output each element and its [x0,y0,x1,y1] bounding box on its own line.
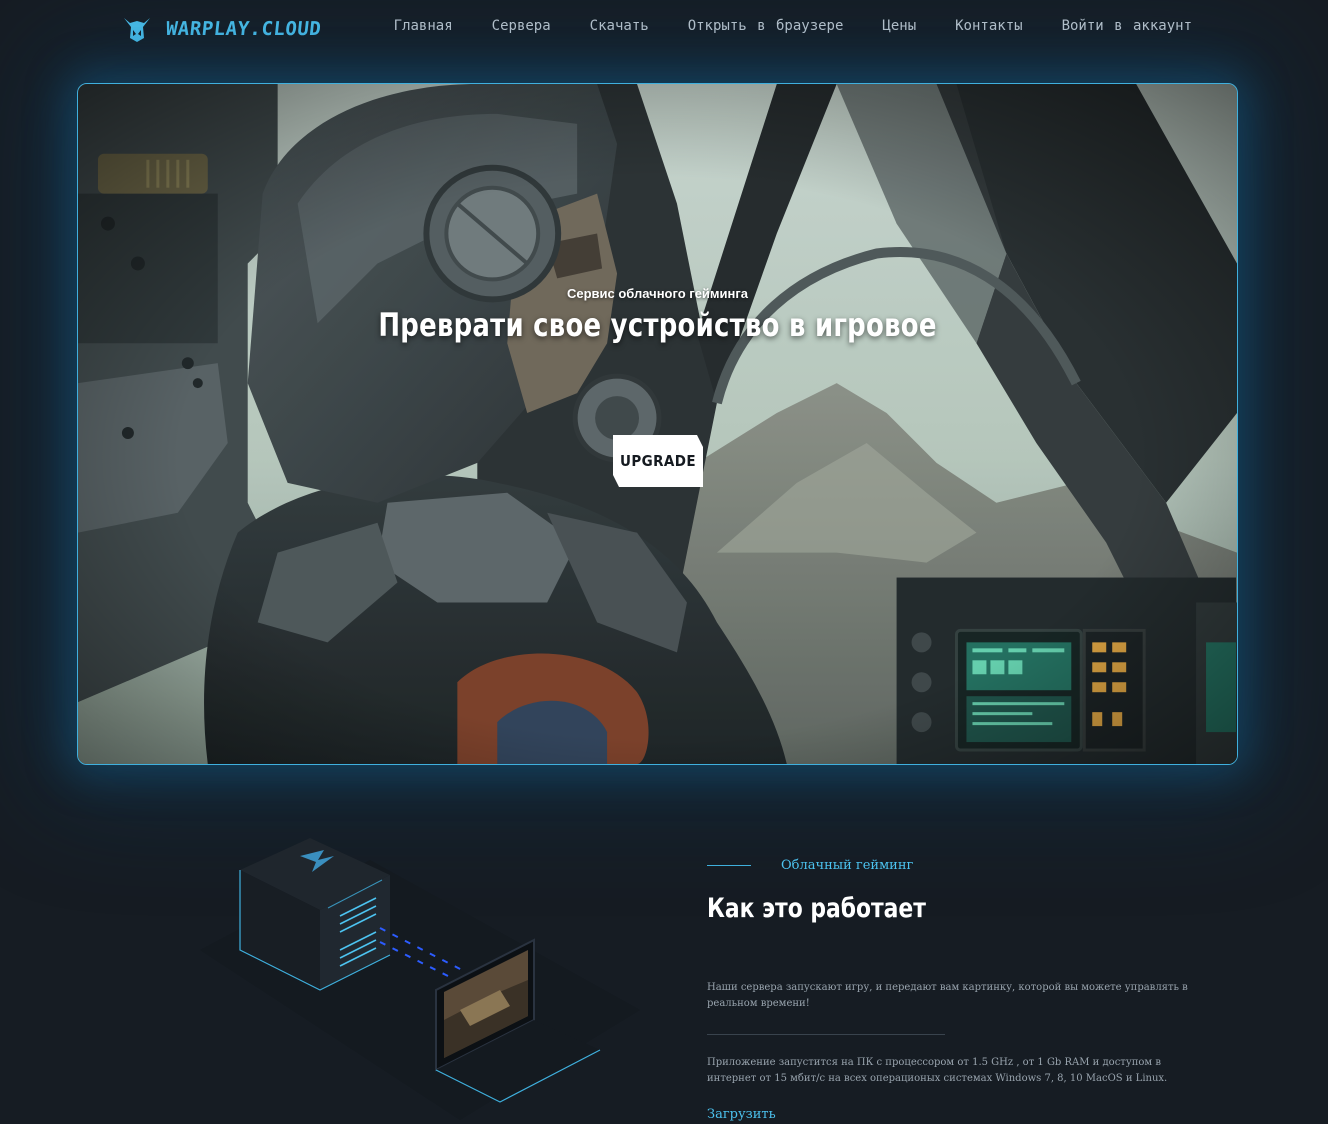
nav-download[interactable]: Скачать [590,18,649,34]
system-requirements-text: Приложение запустится на ПК с процессоро… [707,1057,1168,1084]
nav-login[interactable]: Войти в аккаунт [1062,18,1192,34]
eyebrow-text: Облачный гейминг [781,858,914,873]
download-link[interactable]: Загрузить [707,1107,776,1122]
hero-banner: Сервис облачного гейминга Преврати свое … [77,83,1238,765]
how-it-works-description: Наши сервера запускают игру, и передают … [707,982,1188,1009]
site-header: WARPLAY.CLOUD Главная Сервера Скачать От… [0,0,1328,58]
nav-prices[interactable]: Цены [882,18,916,34]
nav-contacts[interactable]: Контакты [955,18,1022,34]
hero-pilot-cockpit-image [78,84,1237,764]
logo-link[interactable]: WARPLAY.CLOUD [122,14,323,44]
logo-text: WARPLAY.CLOUD [164,18,323,40]
hero-subtitle: Сервис облачного гейминга [566,286,749,301]
eyebrow-divider-line [707,865,751,866]
how-it-works-title: Как это работает [707,893,926,924]
section-divider [707,1034,945,1035]
hero-title: Преврати свое устройство в игровое [378,306,937,344]
cloud-server-to-laptop-illustration [200,838,640,1120]
wolf-logo-icon [124,18,150,42]
main-nav: Главная Сервера Скачать Открыть в браузе… [394,18,1192,34]
upgrade-button[interactable]: UPGRADE [613,435,703,487]
section-eyebrow: Облачный гейминг [707,858,913,873]
nav-servers[interactable]: Сервера [492,18,551,34]
nav-home[interactable]: Главная [394,18,453,34]
nav-open-in-browser[interactable]: Открыть в браузере [688,18,844,34]
